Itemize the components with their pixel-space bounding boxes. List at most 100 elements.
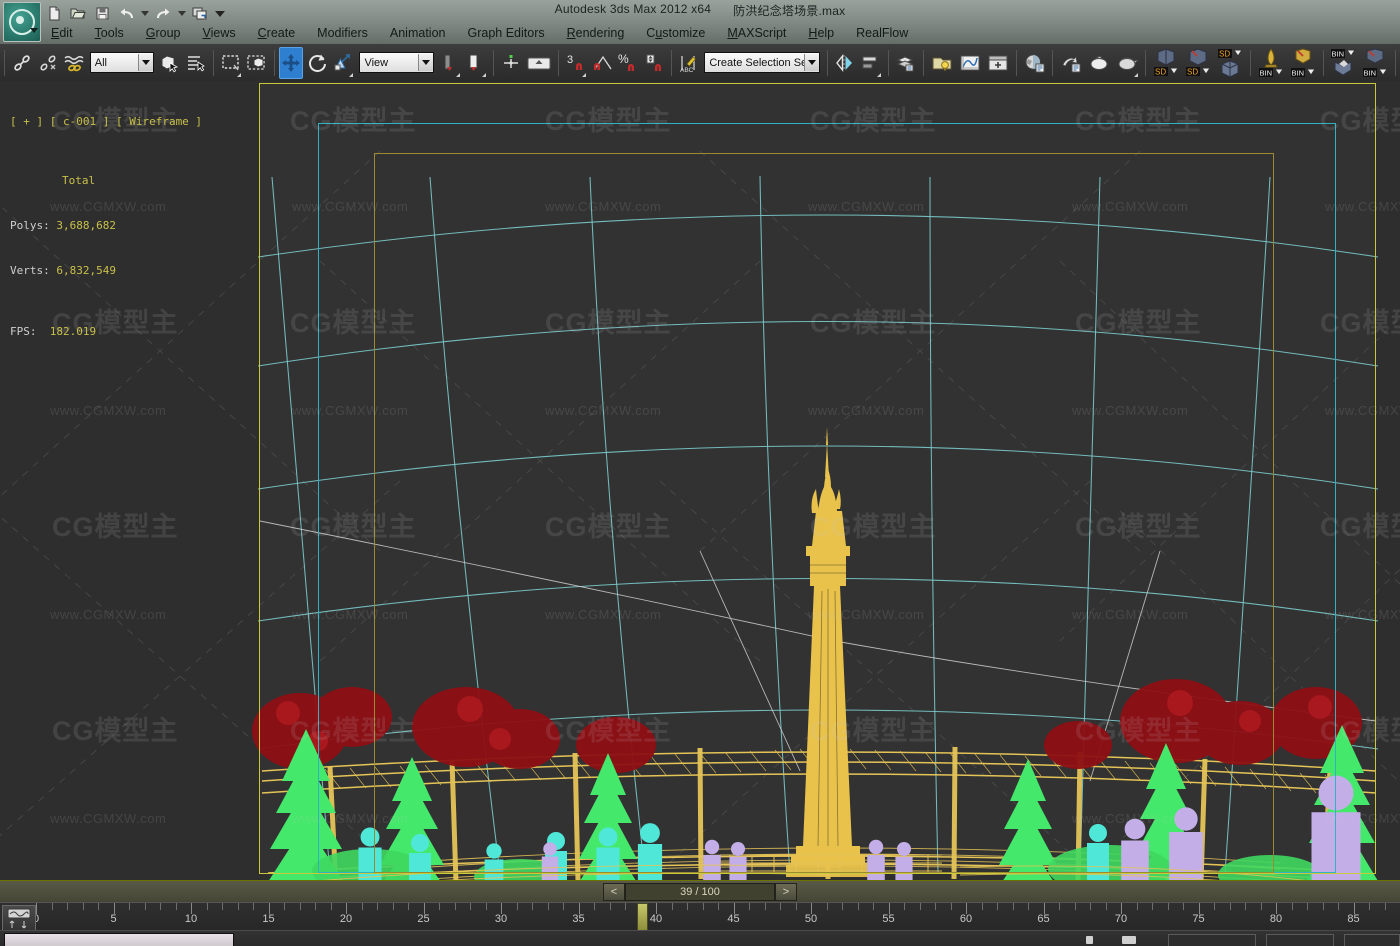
bind-to-space-warp-icon[interactable] [62, 47, 86, 79]
render-production-icon[interactable] [1114, 47, 1140, 79]
svg-text:BIN: BIN [1259, 68, 1272, 77]
align-icon[interactable] [859, 47, 883, 79]
flyout-corner-icon[interactable] [1134, 72, 1139, 77]
bin-tool-alt-icon[interactable]: BIN [1360, 47, 1390, 79]
spinner-snap-toggle-icon[interactable] [642, 47, 666, 79]
light-lister-icon[interactable] [929, 47, 955, 79]
menu-modifiers[interactable]: Modifiers [306, 24, 379, 42]
previous-frame-button[interactable]: < [603, 883, 625, 901]
snap-working-pivot-icon[interactable] [525, 47, 553, 79]
time-slider-controls: < 39 / 100 > [603, 883, 797, 901]
main-toolbar: All View 3 % ABC Create Selection Set SD… [0, 44, 1400, 82]
current-frame-display[interactable]: 39 / 100 [625, 883, 775, 901]
percent-snap-toggle-icon[interactable]: % [616, 47, 640, 79]
undo-icon[interactable] [116, 4, 136, 22]
menu-help[interactable]: Help [797, 24, 845, 42]
select-and-link-icon[interactable] [10, 47, 34, 79]
window-crossing-toggle-icon[interactable] [245, 47, 269, 79]
bin-render-middle-icon[interactable]: BIN [1288, 47, 1318, 79]
bin-render-left-icon[interactable]: BIN [1256, 47, 1286, 79]
track-bar[interactable]: 0 5 10 15 20 25 30 35 40 45 50 55 60 65 70 75 80 85 [0, 902, 1400, 931]
chevron-down-icon[interactable] [804, 54, 820, 71]
sd-render-middle-icon[interactable]: SD [1183, 47, 1213, 79]
ruler-tick [330, 903, 332, 910]
select-by-name-icon[interactable] [184, 47, 208, 79]
ruler-tick [1028, 903, 1029, 910]
angle-snap-toggle-icon[interactable] [590, 47, 614, 79]
menu-animation[interactable]: Animation [379, 24, 457, 42]
status-coord-z[interactable] [1344, 934, 1400, 946]
ruler-tick [82, 903, 84, 910]
toolbar-divider [273, 49, 275, 76]
select-and-uniform-scale-icon[interactable] [331, 47, 355, 79]
menu-realflow[interactable]: RealFlow [845, 24, 919, 42]
time-slider-handle[interactable] [636, 903, 648, 931]
frame-ruler[interactable]: 0 5 10 15 20 25 30 35 40 45 50 55 60 65 70 75 80 85 [36, 903, 1400, 931]
menu-rendering[interactable]: Rendering [556, 24, 636, 42]
flyout-corner-icon[interactable] [236, 72, 241, 77]
viewport-c-001[interactable]: CG模型主 CG模型主 CG模型主 CG模型主 CG模型主 CG模型主 www.… [0, 81, 1400, 880]
chevron-down-icon[interactable] [30, 28, 38, 33]
ruler-tick [919, 903, 921, 910]
new-file-icon[interactable] [44, 4, 64, 22]
save-file-icon[interactable] [92, 4, 112, 22]
status-lock-icon[interactable] [1086, 936, 1093, 944]
flyout-corner-icon[interactable] [456, 72, 461, 77]
project-folder-icon[interactable] [190, 4, 210, 22]
ruler-label: 70 [1114, 913, 1128, 925]
flyout-corner-icon[interactable] [877, 72, 882, 77]
redo-dropdown-icon[interactable] [177, 4, 186, 22]
sd-render-right-icon[interactable]: SD [1215, 47, 1245, 79]
curve-editor-icon[interactable] [957, 47, 983, 79]
menu-edit[interactable]: Edit [40, 24, 84, 42]
snaps-toggle-3d-icon[interactable]: 3 [564, 47, 588, 79]
unlink-selection-icon[interactable] [36, 47, 60, 79]
menu-views[interactable]: Views [192, 24, 247, 42]
mirror-icon[interactable] [833, 47, 857, 79]
redo-icon[interactable] [153, 4, 173, 22]
menu-create[interactable]: Create [247, 24, 307, 42]
status-coord-y[interactable] [1266, 934, 1334, 946]
menu-graph-editors[interactable]: Graph Editors [456, 24, 555, 42]
ruler-tick [1291, 903, 1293, 910]
rectangular-selection-region-icon[interactable] [219, 47, 243, 79]
next-frame-button[interactable]: > [775, 883, 797, 901]
flyout-corner-icon[interactable] [581, 72, 586, 77]
menu-tools[interactable]: Tools [84, 24, 135, 42]
use-pivot-point-center-icon[interactable] [438, 47, 462, 79]
open-file-icon[interactable] [68, 4, 88, 22]
menu-maxscript[interactable]: MAXScript [716, 24, 797, 42]
menu-customize[interactable]: Customize [635, 24, 716, 42]
layer-manager-icon[interactable] [894, 47, 918, 79]
flyout-corner-icon[interactable] [349, 72, 354, 77]
rendered-frame-window-icon[interactable] [1086, 47, 1112, 79]
menu-group[interactable]: Group [135, 24, 192, 42]
reference-coordinate-system-combo[interactable]: View [359, 52, 435, 73]
render-setup-icon[interactable] [1058, 47, 1084, 79]
flyout-corner-icon[interactable] [482, 72, 487, 77]
sd-render-left-icon[interactable]: SD [1151, 47, 1181, 79]
select-and-manipulate-icon[interactable] [499, 47, 523, 79]
select-and-move-icon[interactable] [279, 46, 304, 79]
ruler-tick [284, 903, 285, 910]
chevron-down-icon[interactable] [418, 54, 434, 71]
undo-dropdown-icon[interactable] [140, 4, 149, 22]
status-coord-x[interactable] [1168, 934, 1256, 946]
quickaccess-customize-icon[interactable] [214, 4, 226, 22]
select-and-rotate-icon[interactable] [305, 47, 329, 79]
stats-header: Total [62, 174, 96, 187]
selection-filter-combo[interactable]: All [89, 52, 154, 73]
edit-named-selection-sets-icon[interactable]: ABC [676, 47, 700, 79]
ruler-tick [1384, 903, 1386, 910]
status-keys-icon[interactable] [1122, 936, 1136, 944]
application-menu-button[interactable] [3, 2, 41, 42]
named-selection-set-combo[interactable]: Create Selection Set [704, 52, 821, 73]
status-prompt-field[interactable] [4, 933, 234, 946]
schematic-view-icon[interactable] [985, 47, 1011, 79]
select-object-icon[interactable] [158, 47, 182, 79]
use-selection-center-icon[interactable] [464, 47, 488, 79]
material-editor-icon[interactable] [1021, 47, 1047, 79]
animation-mode-toggle-icon[interactable] [2, 905, 36, 931]
bin-tool-icon[interactable]: BIN [1328, 47, 1358, 79]
chevron-down-icon[interactable] [137, 54, 153, 71]
